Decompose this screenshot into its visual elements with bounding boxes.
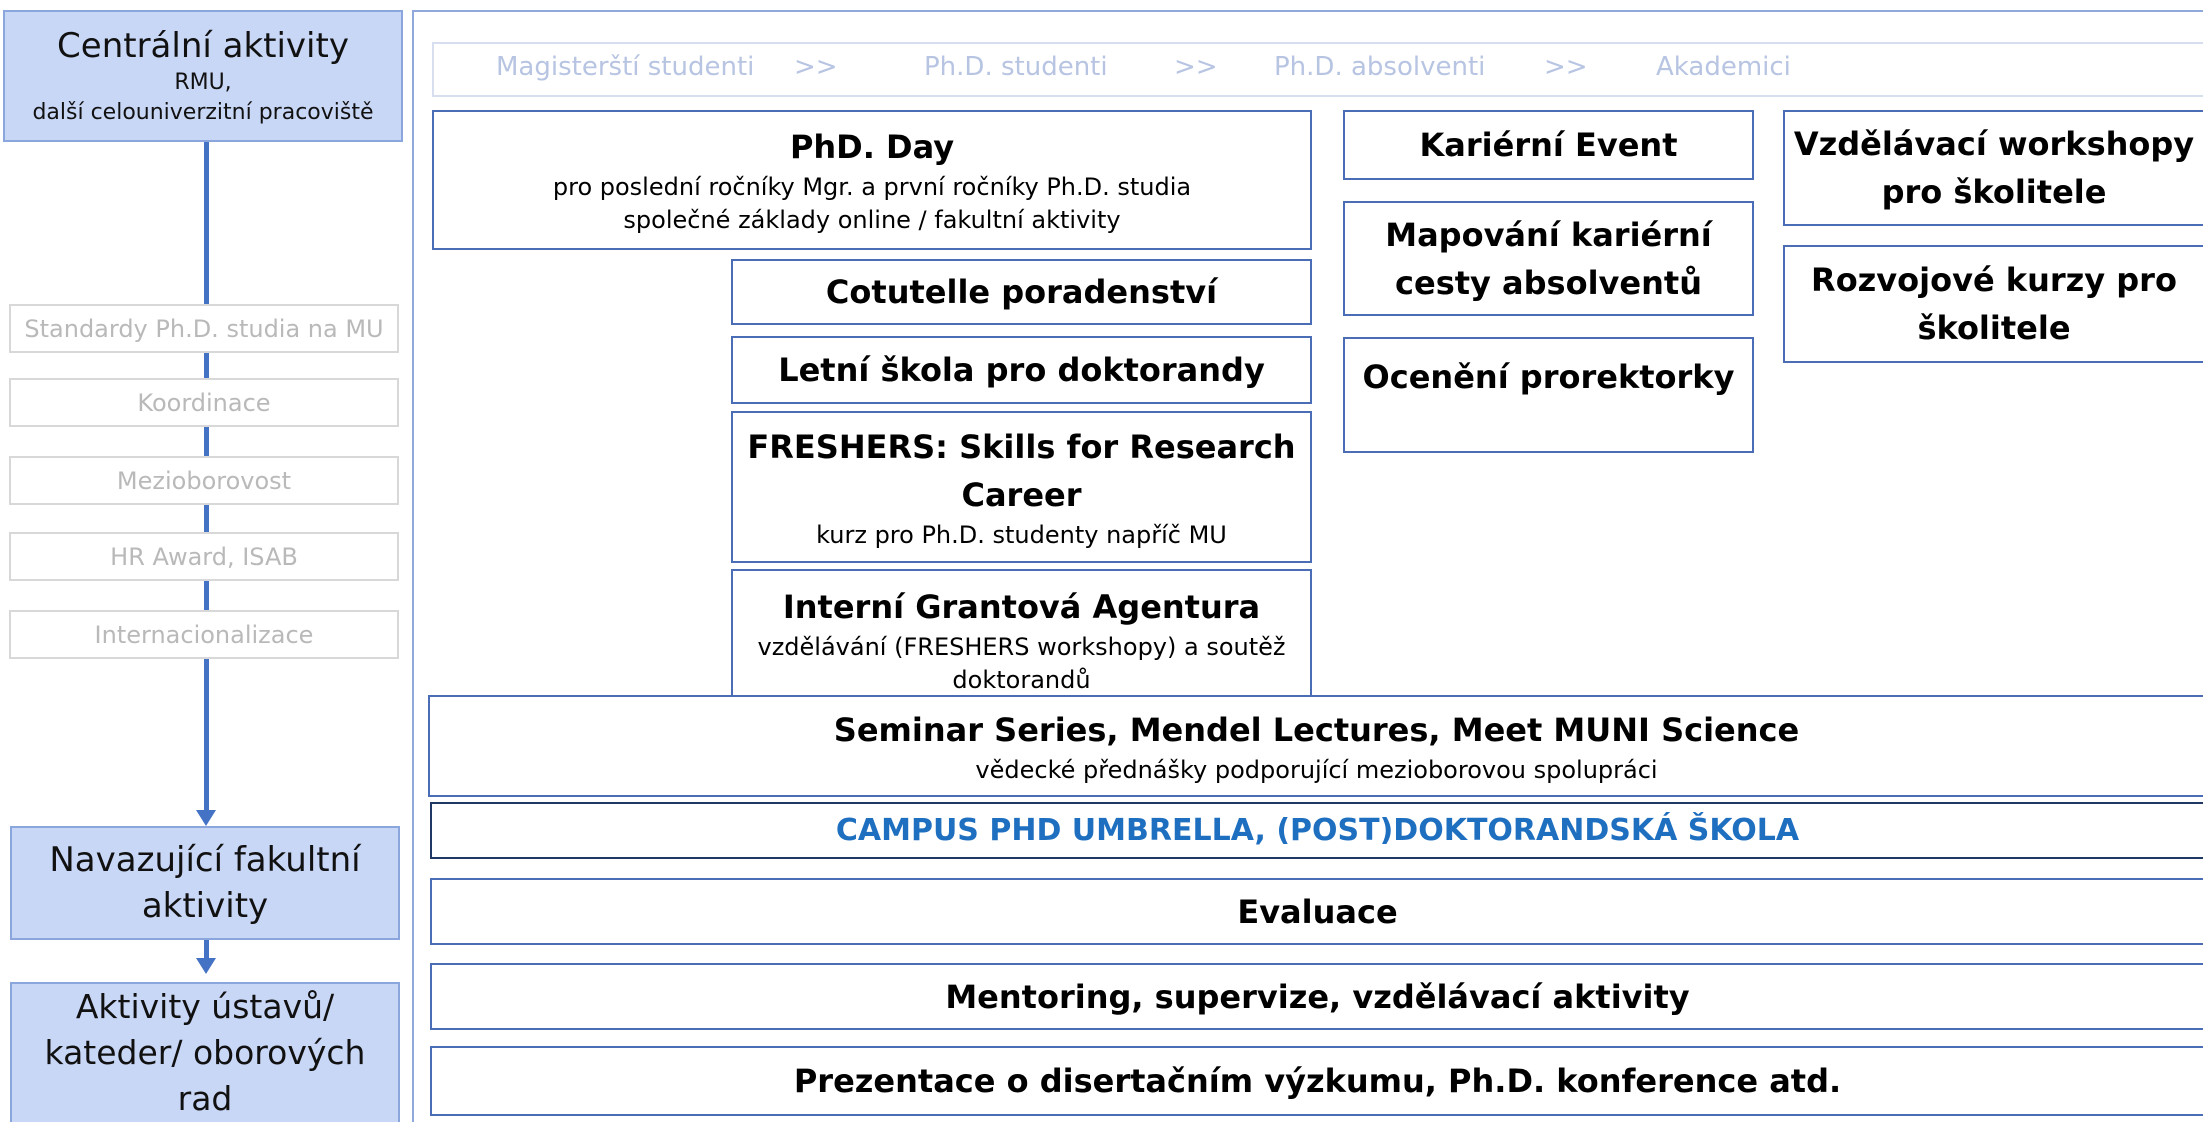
- central-activities-title: Centrální aktivity: [57, 26, 349, 66]
- evaluation-box: Evaluace: [430, 878, 2203, 945]
- phd-day-sub2: společné základy online / fakultní aktiv…: [623, 206, 1121, 234]
- phd-day-box: PhD. Day pro poslední ročníky Mgr. a prv…: [432, 110, 1312, 250]
- dissertation-presentation-box: Prezentace o disertačním výzkumu, Ph.D. …: [430, 1046, 2203, 1116]
- stage-phd-students: Ph.D. studenti: [924, 52, 1108, 82]
- ghost-item-coordination: Koordinace: [9, 378, 399, 427]
- connector-line-lower: [204, 940, 209, 960]
- seminar-series-box: Seminar Series, Mendel Lectures, Meet MU…: [428, 695, 2203, 797]
- career-stage-bar: Magisterští studenti >> Ph.D. studenti >…: [432, 42, 2203, 97]
- department-activities-line1: Aktivity ústavů/: [75, 987, 335, 1026]
- department-activities-line2: kateder/ oborových rad: [44, 1033, 366, 1118]
- supervisor-workshops-line1: Vzdělávací workshopy: [1793, 125, 2195, 163]
- career-event-box: Kariérní Event: [1343, 110, 1754, 180]
- central-activities-line1: RMU,: [174, 70, 232, 95]
- ghost-item-interdisciplinarity: Mezioborovost: [9, 456, 399, 505]
- central-activities-box: Centrální aktivity RMU, další celouniver…: [3, 10, 403, 142]
- central-activities-line2: další celouniverzitní pracoviště: [32, 100, 374, 125]
- freshers-title-line1: FRESHERS: Skills for Research: [747, 427, 1296, 466]
- ghost-item-internationalization: Internacionalizace: [9, 610, 399, 659]
- phd-day-title: PhD. Day: [789, 128, 955, 166]
- vice-rector-award-box: Ocenění prorektorky: [1343, 337, 1754, 453]
- summer-school-title: Letní škola pro doktorandy: [778, 351, 1265, 389]
- stage-academics: Akademici: [1656, 52, 1791, 82]
- faculty-activities-line1: Navazující fakultní: [49, 840, 361, 880]
- campus-umbrella-title: CAMPUS PHD UMBRELLA, (POST)DOKTORANDSKÁ …: [835, 813, 1800, 848]
- seminar-series-title: Seminar Series, Mendel Lectures, Meet MU…: [833, 710, 1800, 749]
- supervisor-workshops-box: Vzdělávací workshopy pro školitele: [1783, 110, 2203, 226]
- stage-master-students: Magisterští studenti: [496, 52, 755, 82]
- supervisor-courses-line2: školitele: [1917, 309, 2071, 347]
- mentoring-title: Mentoring, supervize, vzdělávací aktivit…: [945, 977, 1690, 1016]
- supervisor-courses-line1: Rozvojové kurzy pro: [1811, 261, 2177, 299]
- graduate-mapping-line1: Mapování kariérní: [1385, 215, 1712, 254]
- iga-box: Interní Grantová Agentura vzdělávání (FR…: [731, 569, 1312, 699]
- department-activities-box: Aktivity ústavů/ kateder/ oborových rad: [10, 982, 400, 1122]
- evaluation-title: Evaluace: [1237, 892, 1398, 931]
- phd-day-sub1: pro poslední ročníky Mgr. a první ročník…: [552, 173, 1192, 201]
- career-event-title: Kariérní Event: [1419, 126, 1678, 164]
- connector-arrowhead-1: [196, 810, 216, 826]
- ghost-item-hr-award: HR Award, ISAB: [9, 532, 399, 581]
- iga-sub1: vzdělávání (FRESHERS workshopy) a soutěž: [757, 633, 1286, 661]
- freshers-sub: kurz pro Ph.D. studenty napříč MU: [816, 520, 1227, 549]
- freshers-title-line2: Career: [961, 475, 1082, 514]
- freshers-box: FRESHERS: Skills for Research Career kur…: [731, 411, 1312, 563]
- stage-phd-graduates: Ph.D. absolventi: [1274, 52, 1486, 82]
- stage-separator-3: >>: [1544, 52, 1588, 82]
- seminar-series-sub: vědecké přednášky podporující mezioborov…: [975, 755, 1658, 784]
- supervisor-courses-box: Rozvojové kurzy pro školitele: [1783, 245, 2203, 363]
- vice-rector-award-title: Ocenění prorektorky: [1362, 358, 1735, 396]
- summer-school-box: Letní škola pro doktorandy: [731, 336, 1312, 404]
- connector-arrowhead-2: [196, 958, 216, 974]
- cotutelle-box: Cotutelle poradenství: [731, 259, 1312, 325]
- mentoring-box: Mentoring, supervize, vzdělávací aktivit…: [430, 963, 2203, 1030]
- supervisor-workshops-line2: pro školitele: [1881, 173, 2107, 211]
- stage-separator-2: >>: [1174, 52, 1218, 82]
- stage-separator-1: >>: [794, 52, 838, 82]
- campus-umbrella-box: CAMPUS PHD UMBRELLA, (POST)DOKTORANDSKÁ …: [430, 802, 2203, 859]
- ghost-item-standards: Standardy Ph.D. studia na MU: [9, 304, 399, 353]
- faculty-activities-line2: aktivity: [141, 886, 269, 926]
- iga-title: Interní Grantová Agentura: [782, 588, 1261, 626]
- dissertation-presentation-title: Prezentace o disertačním výzkumu, Ph.D. …: [793, 1062, 1842, 1100]
- faculty-activities-box: Navazující fakultní aktivity: [10, 826, 400, 940]
- cotutelle-title: Cotutelle poradenství: [825, 273, 1218, 311]
- graduate-mapping-box: Mapování kariérní cesty absolventů: [1343, 201, 1754, 316]
- iga-sub2: doktorandů: [952, 666, 1091, 694]
- graduate-mapping-line2: cesty absolventů: [1395, 263, 1702, 302]
